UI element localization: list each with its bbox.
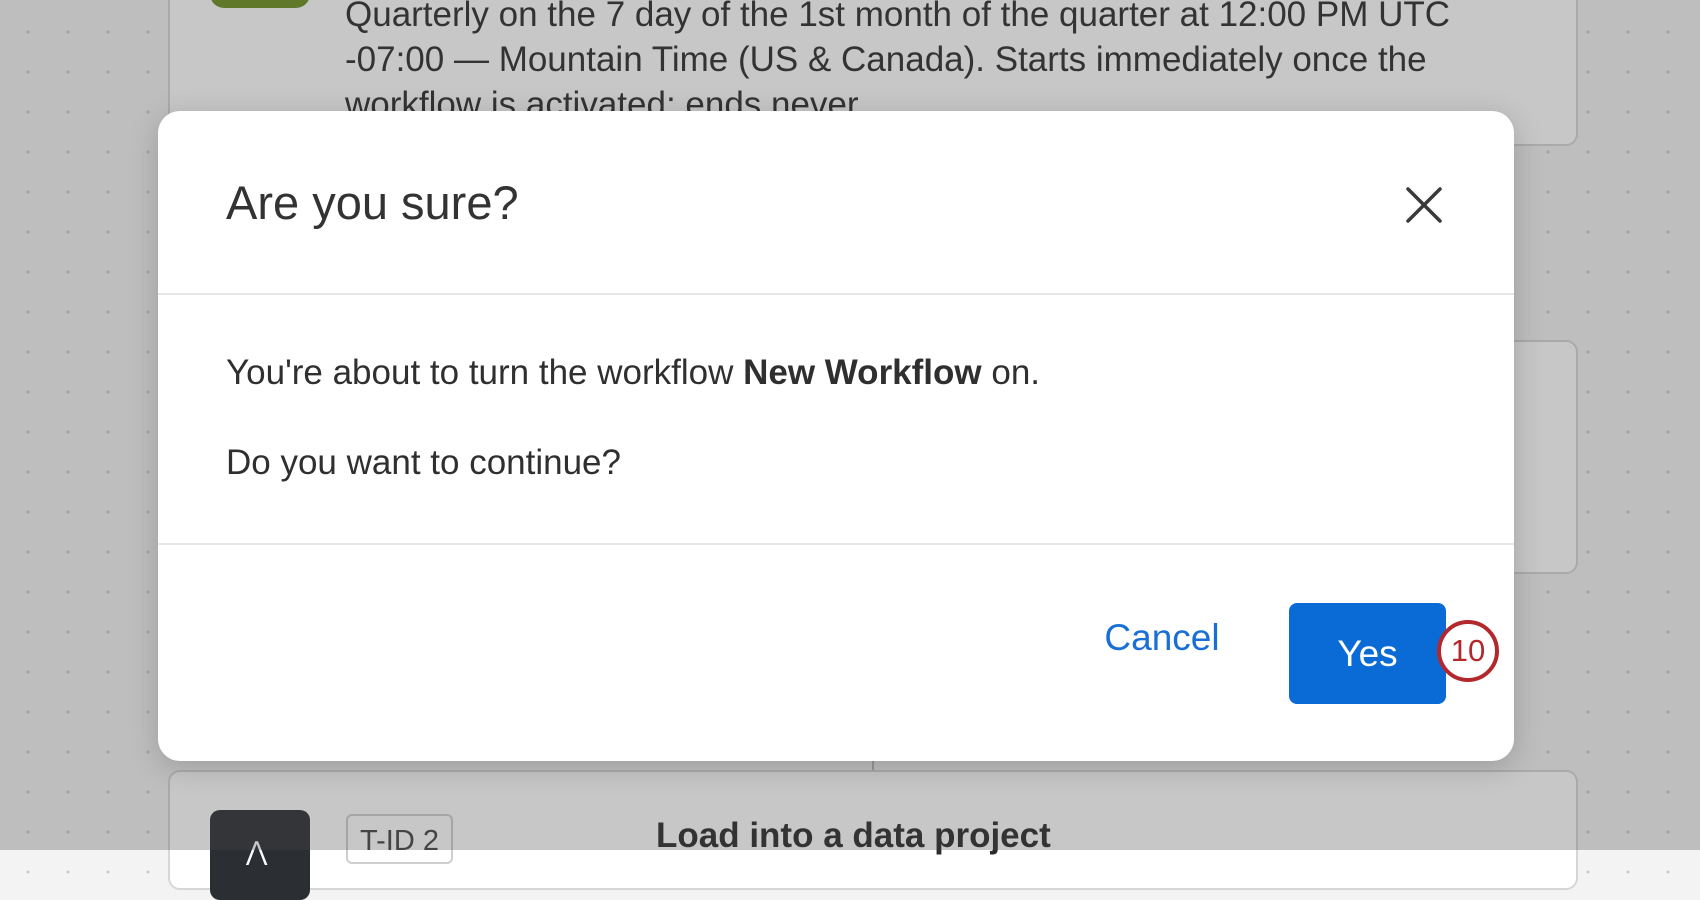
dialog-message: You're about to turn the workflow New Wo… — [226, 353, 1040, 393]
yes-button[interactable]: Yes — [1289, 603, 1446, 704]
workflow-name: New Workflow — [743, 353, 982, 392]
dialog-question: Do you want to continue? — [226, 443, 621, 482]
dialog-title: Are you sure? — [226, 176, 519, 229]
dialog-header: Are you sure? — [158, 111, 1514, 295]
message-suffix: on. — [981, 353, 1041, 392]
close-icon — [1406, 187, 1442, 223]
step-annotation-badge: 10 — [1437, 620, 1499, 682]
confirm-dialog: Are you sure? You're about to turn the w… — [158, 111, 1514, 761]
cancel-button[interactable]: Cancel — [1082, 603, 1242, 673]
message-prefix: You're about to turn the workflow — [226, 353, 744, 392]
dialog-body: You're about to turn the workflow New Wo… — [158, 295, 1514, 545]
close-button[interactable] — [1396, 177, 1452, 233]
